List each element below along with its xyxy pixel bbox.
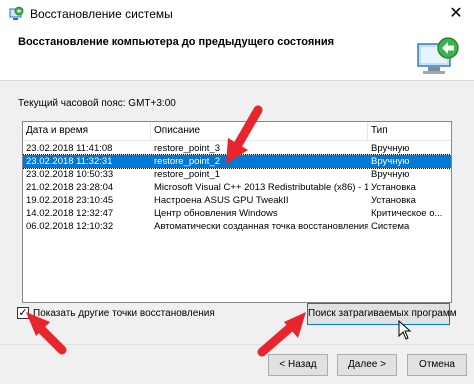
show-more-points-label[interactable]: Показать другие точки восстановления	[33, 307, 215, 320]
cell-date: 06.02.2018 12:10:32	[26, 221, 114, 232]
cell-type: Система	[371, 221, 410, 232]
computer-restore-icon	[417, 37, 459, 74]
cell-type: Критическое о...	[371, 208, 443, 219]
cell-type: Вручную	[371, 143, 410, 154]
cell-description: restore_point_3	[154, 143, 221, 154]
table-row[interactable]: 14.02.2018 12:32:47 Центр обновления Wind…	[23, 207, 451, 220]
column-header-date[interactable]: Дата и время ⌄	[23, 122, 151, 140]
cell-date: 14.02.2018 12:32:47	[26, 208, 114, 219]
cell-description: Центр обновления Windows	[154, 208, 278, 219]
table-row[interactable]: 21.02.2018 23:28:04 Microsoft Visual C++ …	[23, 181, 451, 194]
page-title: Восстановление компьютера до предыдущего…	[18, 36, 335, 48]
cell-type: Установка	[371, 182, 416, 193]
cell-description: Microsoft Visual C++ 2013 Redistributabl…	[154, 182, 368, 193]
cell-description: Настроена ASUS GPU TweakII	[154, 195, 289, 206]
table-row[interactable]: 23.02.2018 11:32:31 restore_point_2 Вручну…	[23, 154, 451, 169]
cell-type: Вручную	[371, 169, 410, 180]
column-header-description[interactable]: Описание	[151, 122, 368, 140]
cell-date: 21.02.2018 23:28:04	[26, 182, 114, 193]
cell-date: 23.02.2018 11:41:08	[26, 143, 113, 154]
cell-description: restore_point_1	[154, 169, 221, 180]
cell-type: Установка	[371, 195, 416, 206]
title-bar: Восстановление системы ✕	[0, 0, 474, 28]
next-button[interactable]: Далее >	[337, 354, 397, 376]
table-row[interactable]: 06.02.2018 12:10:32 Автоматически созданн…	[23, 220, 451, 233]
cancel-button[interactable]: Отмена	[407, 354, 467, 376]
mouse-cursor-icon	[398, 320, 412, 340]
checkmark-icon: ✓	[18, 307, 28, 319]
footer-divider	[0, 344, 474, 345]
wizard-header: Восстановление компьютера до предыдущего…	[0, 28, 474, 80]
column-header-type[interactable]: Тип	[368, 122, 451, 140]
cell-date: 23.02.2018 10:50:33	[26, 169, 114, 180]
restore-points-table[interactable]: Дата и время ⌄ Описание Тип 23.02.2018 1…	[22, 121, 452, 303]
cell-description: Автоматически созданная точка восстановл…	[154, 221, 368, 232]
system-restore-icon	[9, 6, 24, 20]
column-header-date-label: Дата и время	[26, 125, 89, 136]
cell-description: restore_point_2	[154, 156, 221, 167]
cell-date: 19.02.2018 23:10:45	[26, 195, 114, 206]
table-row[interactable]: 23.02.2018 10:50:33 restore_point_1 Вручну…	[23, 168, 451, 181]
table-header: Дата и время ⌄ Описание Тип	[23, 122, 451, 141]
scan-affected-programs-button[interactable]: Поиск затрагиваемых программ	[307, 303, 457, 325]
show-more-points-checkbox[interactable]: ✓	[17, 307, 29, 319]
window-title: Восстановление системы	[30, 7, 173, 21]
timezone-label: Текущий часовой пояс: GMT+3:00	[18, 98, 176, 109]
close-button[interactable]: ✕	[442, 2, 470, 26]
sort-arrow-icon: ⌄	[81, 125, 87, 132]
close-icon: ✕	[449, 5, 463, 22]
table-row[interactable]: 19.02.2018 23:10:45 Настроена ASUS GPU Tw…	[23, 194, 451, 207]
cell-date: 23.02.2018 11:32:31	[26, 156, 113, 167]
table-row[interactable]: 23.02.2018 11:41:08 restore_point_3 Вручну…	[23, 142, 451, 155]
cell-type: Вручную	[371, 156, 410, 167]
back-button[interactable]: < Назад	[268, 354, 328, 376]
